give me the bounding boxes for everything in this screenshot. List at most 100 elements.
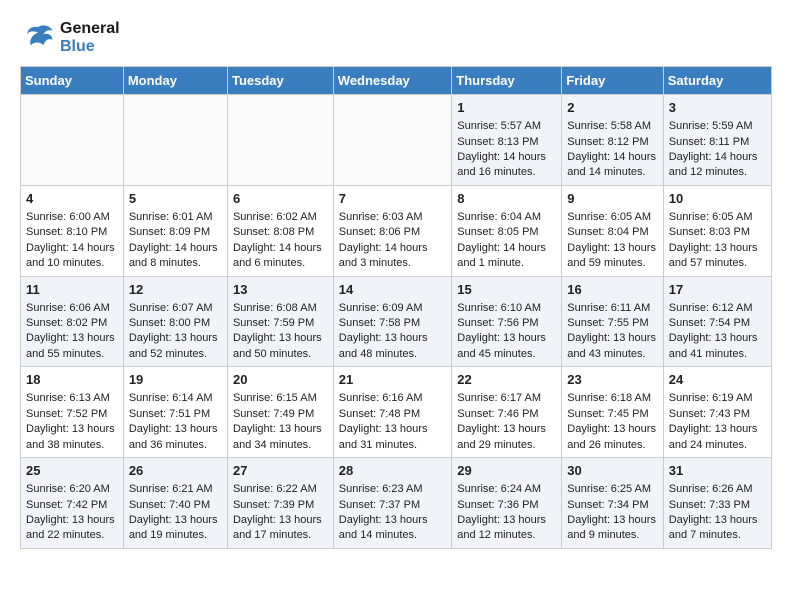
day-info: Sunrise: 6:23 AM	[339, 482, 446, 497]
day-info: Sunrise: 6:17 AM	[457, 391, 556, 406]
day-number: 24	[669, 371, 766, 389]
day-number: 26	[129, 462, 222, 480]
day-info: Daylight: 13 hours and 7 minutes.	[669, 513, 766, 544]
day-number: 19	[129, 371, 222, 389]
day-info: Sunrise: 6:24 AM	[457, 482, 556, 497]
day-info: Sunset: 7:51 PM	[129, 407, 222, 422]
day-number: 5	[129, 190, 222, 208]
calendar-cell: 25Sunrise: 6:20 AMSunset: 7:42 PMDayligh…	[21, 458, 124, 549]
day-number: 13	[233, 281, 328, 299]
day-number: 3	[669, 99, 766, 117]
calendar-week-2: 4Sunrise: 6:00 AMSunset: 8:10 PMDaylight…	[21, 185, 772, 276]
calendar-cell	[123, 95, 227, 186]
day-info: Sunset: 7:49 PM	[233, 407, 328, 422]
day-info: Sunrise: 6:21 AM	[129, 482, 222, 497]
day-info: Sunset: 7:52 PM	[26, 407, 118, 422]
day-info: Sunset: 7:46 PM	[457, 407, 556, 422]
day-info: Daylight: 13 hours and 59 minutes.	[567, 241, 657, 272]
day-number: 11	[26, 281, 118, 299]
calendar-cell: 13Sunrise: 6:08 AMSunset: 7:59 PMDayligh…	[227, 276, 333, 367]
day-info: Sunrise: 6:12 AM	[669, 301, 766, 316]
day-info: Sunrise: 5:57 AM	[457, 119, 556, 134]
calendar-cell: 14Sunrise: 6:09 AMSunset: 7:58 PMDayligh…	[333, 276, 451, 367]
day-info: Sunset: 8:12 PM	[567, 135, 657, 150]
day-number: 27	[233, 462, 328, 480]
day-info: Sunrise: 6:16 AM	[339, 391, 446, 406]
calendar-cell	[227, 95, 333, 186]
calendar-cell	[21, 95, 124, 186]
day-info: Sunrise: 6:05 AM	[669, 210, 766, 225]
day-info: Sunrise: 6:00 AM	[26, 210, 118, 225]
day-number: 29	[457, 462, 556, 480]
weekday-header-sunday: Sunday	[21, 67, 124, 95]
calendar-week-4: 18Sunrise: 6:13 AMSunset: 7:52 PMDayligh…	[21, 367, 772, 458]
calendar-cell: 24Sunrise: 6:19 AMSunset: 7:43 PMDayligh…	[663, 367, 771, 458]
day-number: 15	[457, 281, 556, 299]
day-info: Sunrise: 6:25 AM	[567, 482, 657, 497]
calendar-cell: 22Sunrise: 6:17 AMSunset: 7:46 PMDayligh…	[452, 367, 562, 458]
day-info: Sunset: 8:13 PM	[457, 135, 556, 150]
day-number: 31	[669, 462, 766, 480]
day-number: 17	[669, 281, 766, 299]
calendar-cell: 2Sunrise: 5:58 AMSunset: 8:12 PMDaylight…	[562, 95, 663, 186]
calendar-cell: 3Sunrise: 5:59 AMSunset: 8:11 PMDaylight…	[663, 95, 771, 186]
day-number: 4	[26, 190, 118, 208]
weekday-header-wednesday: Wednesday	[333, 67, 451, 95]
day-info: Daylight: 13 hours and 36 minutes.	[129, 422, 222, 453]
day-number: 18	[26, 371, 118, 389]
calendar-cell: 9Sunrise: 6:05 AMSunset: 8:04 PMDaylight…	[562, 185, 663, 276]
day-info: Daylight: 14 hours and 14 minutes.	[567, 150, 657, 181]
day-info: Sunset: 7:45 PM	[567, 407, 657, 422]
calendar-cell: 26Sunrise: 6:21 AMSunset: 7:40 PMDayligh…	[123, 458, 227, 549]
calendar-week-5: 25Sunrise: 6:20 AMSunset: 7:42 PMDayligh…	[21, 458, 772, 549]
logo-bird-icon	[20, 20, 56, 56]
day-info: Sunrise: 6:03 AM	[339, 210, 446, 225]
calendar-cell: 31Sunrise: 6:26 AMSunset: 7:33 PMDayligh…	[663, 458, 771, 549]
day-info: Sunset: 7:39 PM	[233, 498, 328, 513]
weekday-header-monday: Monday	[123, 67, 227, 95]
day-number: 9	[567, 190, 657, 208]
calendar-cell: 1Sunrise: 5:57 AMSunset: 8:13 PMDaylight…	[452, 95, 562, 186]
day-number: 23	[567, 371, 657, 389]
day-info: Daylight: 13 hours and 22 minutes.	[26, 513, 118, 544]
day-number: 16	[567, 281, 657, 299]
day-info: Daylight: 13 hours and 24 minutes.	[669, 422, 766, 453]
day-info: Sunset: 8:09 PM	[129, 225, 222, 240]
day-info: Sunset: 7:56 PM	[457, 316, 556, 331]
day-info: Sunset: 7:43 PM	[669, 407, 766, 422]
day-info: Sunset: 8:02 PM	[26, 316, 118, 331]
calendar-cell: 10Sunrise: 6:05 AMSunset: 8:03 PMDayligh…	[663, 185, 771, 276]
day-info: Sunset: 7:34 PM	[567, 498, 657, 513]
weekday-header-thursday: Thursday	[452, 67, 562, 95]
calendar-cell: 6Sunrise: 6:02 AMSunset: 8:08 PMDaylight…	[227, 185, 333, 276]
weekday-header-friday: Friday	[562, 67, 663, 95]
day-info: Sunset: 7:58 PM	[339, 316, 446, 331]
calendar-cell: 7Sunrise: 6:03 AMSunset: 8:06 PMDaylight…	[333, 185, 451, 276]
day-number: 10	[669, 190, 766, 208]
calendar-cell: 15Sunrise: 6:10 AMSunset: 7:56 PMDayligh…	[452, 276, 562, 367]
day-info: Daylight: 14 hours and 1 minute.	[457, 241, 556, 272]
day-info: Sunrise: 6:11 AM	[567, 301, 657, 316]
day-info: Daylight: 13 hours and 48 minutes.	[339, 331, 446, 362]
calendar-cell: 29Sunrise: 6:24 AMSunset: 7:36 PMDayligh…	[452, 458, 562, 549]
day-info: Sunrise: 6:05 AM	[567, 210, 657, 225]
day-info: Daylight: 13 hours and 55 minutes.	[26, 331, 118, 362]
day-info: Sunrise: 6:06 AM	[26, 301, 118, 316]
day-number: 30	[567, 462, 657, 480]
day-info: Sunset: 7:36 PM	[457, 498, 556, 513]
day-info: Sunset: 8:08 PM	[233, 225, 328, 240]
calendar-cell: 27Sunrise: 6:22 AMSunset: 7:39 PMDayligh…	[227, 458, 333, 549]
day-info: Daylight: 13 hours and 41 minutes.	[669, 331, 766, 362]
day-info: Daylight: 14 hours and 3 minutes.	[339, 241, 446, 272]
calendar-cell: 17 Sunrise: 6:12 AMSunset: 7:54 PMDayligh…	[663, 276, 771, 367]
calendar-table: SundayMondayTuesdayWednesdayThursdayFrid…	[20, 66, 772, 549]
day-info: Sunrise: 6:18 AM	[567, 391, 657, 406]
calendar-cell	[333, 95, 451, 186]
day-info: Sunset: 7:37 PM	[339, 498, 446, 513]
day-info: Sunrise: 6:02 AM	[233, 210, 328, 225]
day-info: Daylight: 13 hours and 57 minutes.	[669, 241, 766, 272]
calendar-week-3: 11Sunrise: 6:06 AMSunset: 8:02 PMDayligh…	[21, 276, 772, 367]
day-number: 6	[233, 190, 328, 208]
day-info: Sunset: 7:54 PM	[669, 316, 766, 331]
page-header: General Blue	[20, 20, 772, 56]
